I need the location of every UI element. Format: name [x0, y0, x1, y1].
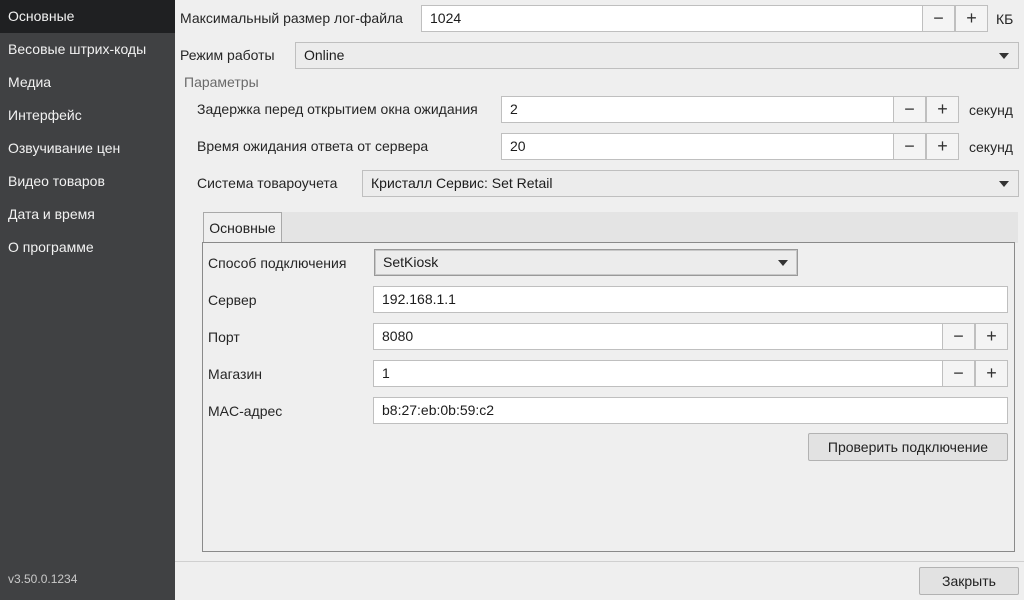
sidebar-item-product-video[interactable]: Видео товаров: [0, 165, 175, 198]
server-timeout-increment-button[interactable]: +: [926, 133, 959, 160]
port-input[interactable]: 8080 − +: [373, 323, 1008, 350]
log-size-label: Максимальный размер лог-файла: [180, 10, 403, 26]
chevron-down-icon: [778, 260, 788, 266]
sidebar-item-general[interactable]: Основные: [0, 0, 175, 33]
connection-method-select[interactable]: SetKiosk: [374, 249, 798, 276]
log-size-unit: КБ: [996, 11, 1014, 27]
mac-address-input[interactable]: b8:27:eb:0b:59:c2: [373, 397, 1008, 424]
server-timeout-label: Время ожидания ответа от сервера: [197, 138, 429, 154]
accounting-system-value: Кристалл Сервис: Set Retail: [371, 175, 553, 191]
tab-panel-general: Способ подключения SetKiosk Сервер 192.1…: [202, 242, 1015, 552]
server-timeout-input[interactable]: 20 − +: [501, 133, 959, 160]
port-decrement-button[interactable]: −: [942, 323, 975, 350]
server-input[interactable]: 192.168.1.1: [373, 286, 1008, 313]
store-decrement-button[interactable]: −: [942, 360, 975, 387]
log-size-increment-button[interactable]: +: [955, 5, 988, 32]
wait-delay-decrement-button[interactable]: −: [893, 96, 926, 123]
server-timeout-unit: секунд: [969, 139, 1013, 155]
wait-delay-increment-button[interactable]: +: [926, 96, 959, 123]
log-size-input[interactable]: 1024 − +: [421, 5, 988, 32]
port-label: Порт: [208, 329, 240, 345]
accounting-system-select[interactable]: Кристалл Сервис: Set Retail: [362, 170, 1019, 197]
sidebar-item-media[interactable]: Медиа: [0, 66, 175, 99]
store-label: Магазин: [208, 366, 263, 382]
tab-general[interactable]: Основные: [203, 212, 282, 244]
close-button[interactable]: Закрыть: [919, 567, 1019, 595]
server-timeout-decrement-button[interactable]: −: [893, 133, 926, 160]
chevron-down-icon: [999, 181, 1009, 187]
sidebar-item-about[interactable]: О программе: [0, 231, 175, 264]
check-connection-button[interactable]: Проверить подключение: [808, 433, 1008, 461]
tab-bar: Основные: [203, 212, 1018, 244]
wait-delay-unit: секунд: [969, 102, 1013, 118]
store-input[interactable]: 1 − +: [373, 360, 1008, 387]
wait-delay-input[interactable]: 2 − +: [501, 96, 959, 123]
accounting-system-label: Система товароучета: [197, 175, 338, 191]
sidebar-item-interface[interactable]: Интерфейс: [0, 99, 175, 132]
parameters-header: Параметры: [184, 74, 259, 90]
store-increment-button[interactable]: +: [975, 360, 1008, 387]
mode-select[interactable]: Online: [295, 42, 1019, 69]
mac-address-label: MAC-адрес: [208, 403, 283, 419]
sidebar: Основные Весовые штрих-коды Медиа Интерф…: [0, 0, 175, 600]
log-size-value: 1024: [430, 10, 462, 26]
version-label: v3.50.0.1234: [8, 572, 78, 586]
settings-panel: Максимальный размер лог-файла 1024 − + К…: [175, 0, 1024, 600]
sidebar-item-weight-barcodes[interactable]: Весовые штрих-коды: [0, 33, 175, 66]
mode-label: Режим работы: [180, 47, 275, 63]
mode-value: Online: [304, 47, 345, 63]
connection-method-label: Способ подключения: [208, 255, 347, 271]
port-increment-button[interactable]: +: [975, 323, 1008, 350]
mac-address-value: b8:27:eb:0b:59:c2: [382, 402, 495, 418]
store-value: 1: [382, 365, 390, 381]
server-label: Сервер: [208, 292, 257, 308]
chevron-down-icon: [999, 53, 1009, 59]
sidebar-item-date-time[interactable]: Дата и время: [0, 198, 175, 231]
wait-delay-label: Задержка перед открытием окна ожидания: [197, 101, 478, 117]
connection-method-value: SetKiosk: [383, 254, 439, 270]
footer-divider: [175, 561, 1024, 562]
log-size-decrement-button[interactable]: −: [922, 5, 955, 32]
port-value: 8080: [382, 328, 414, 344]
server-timeout-value: 20: [510, 138, 526, 154]
server-value: 192.168.1.1: [382, 291, 456, 307]
sidebar-item-price-voicing[interactable]: Озвучивание цен: [0, 132, 175, 165]
wait-delay-value: 2: [510, 101, 518, 117]
